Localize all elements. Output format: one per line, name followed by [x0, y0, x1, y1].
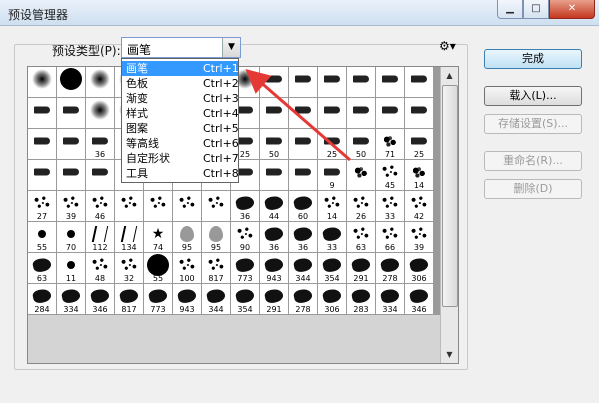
annotation-arrow [245, 69, 351, 162]
annotation-arrow-line [245, 69, 351, 162]
